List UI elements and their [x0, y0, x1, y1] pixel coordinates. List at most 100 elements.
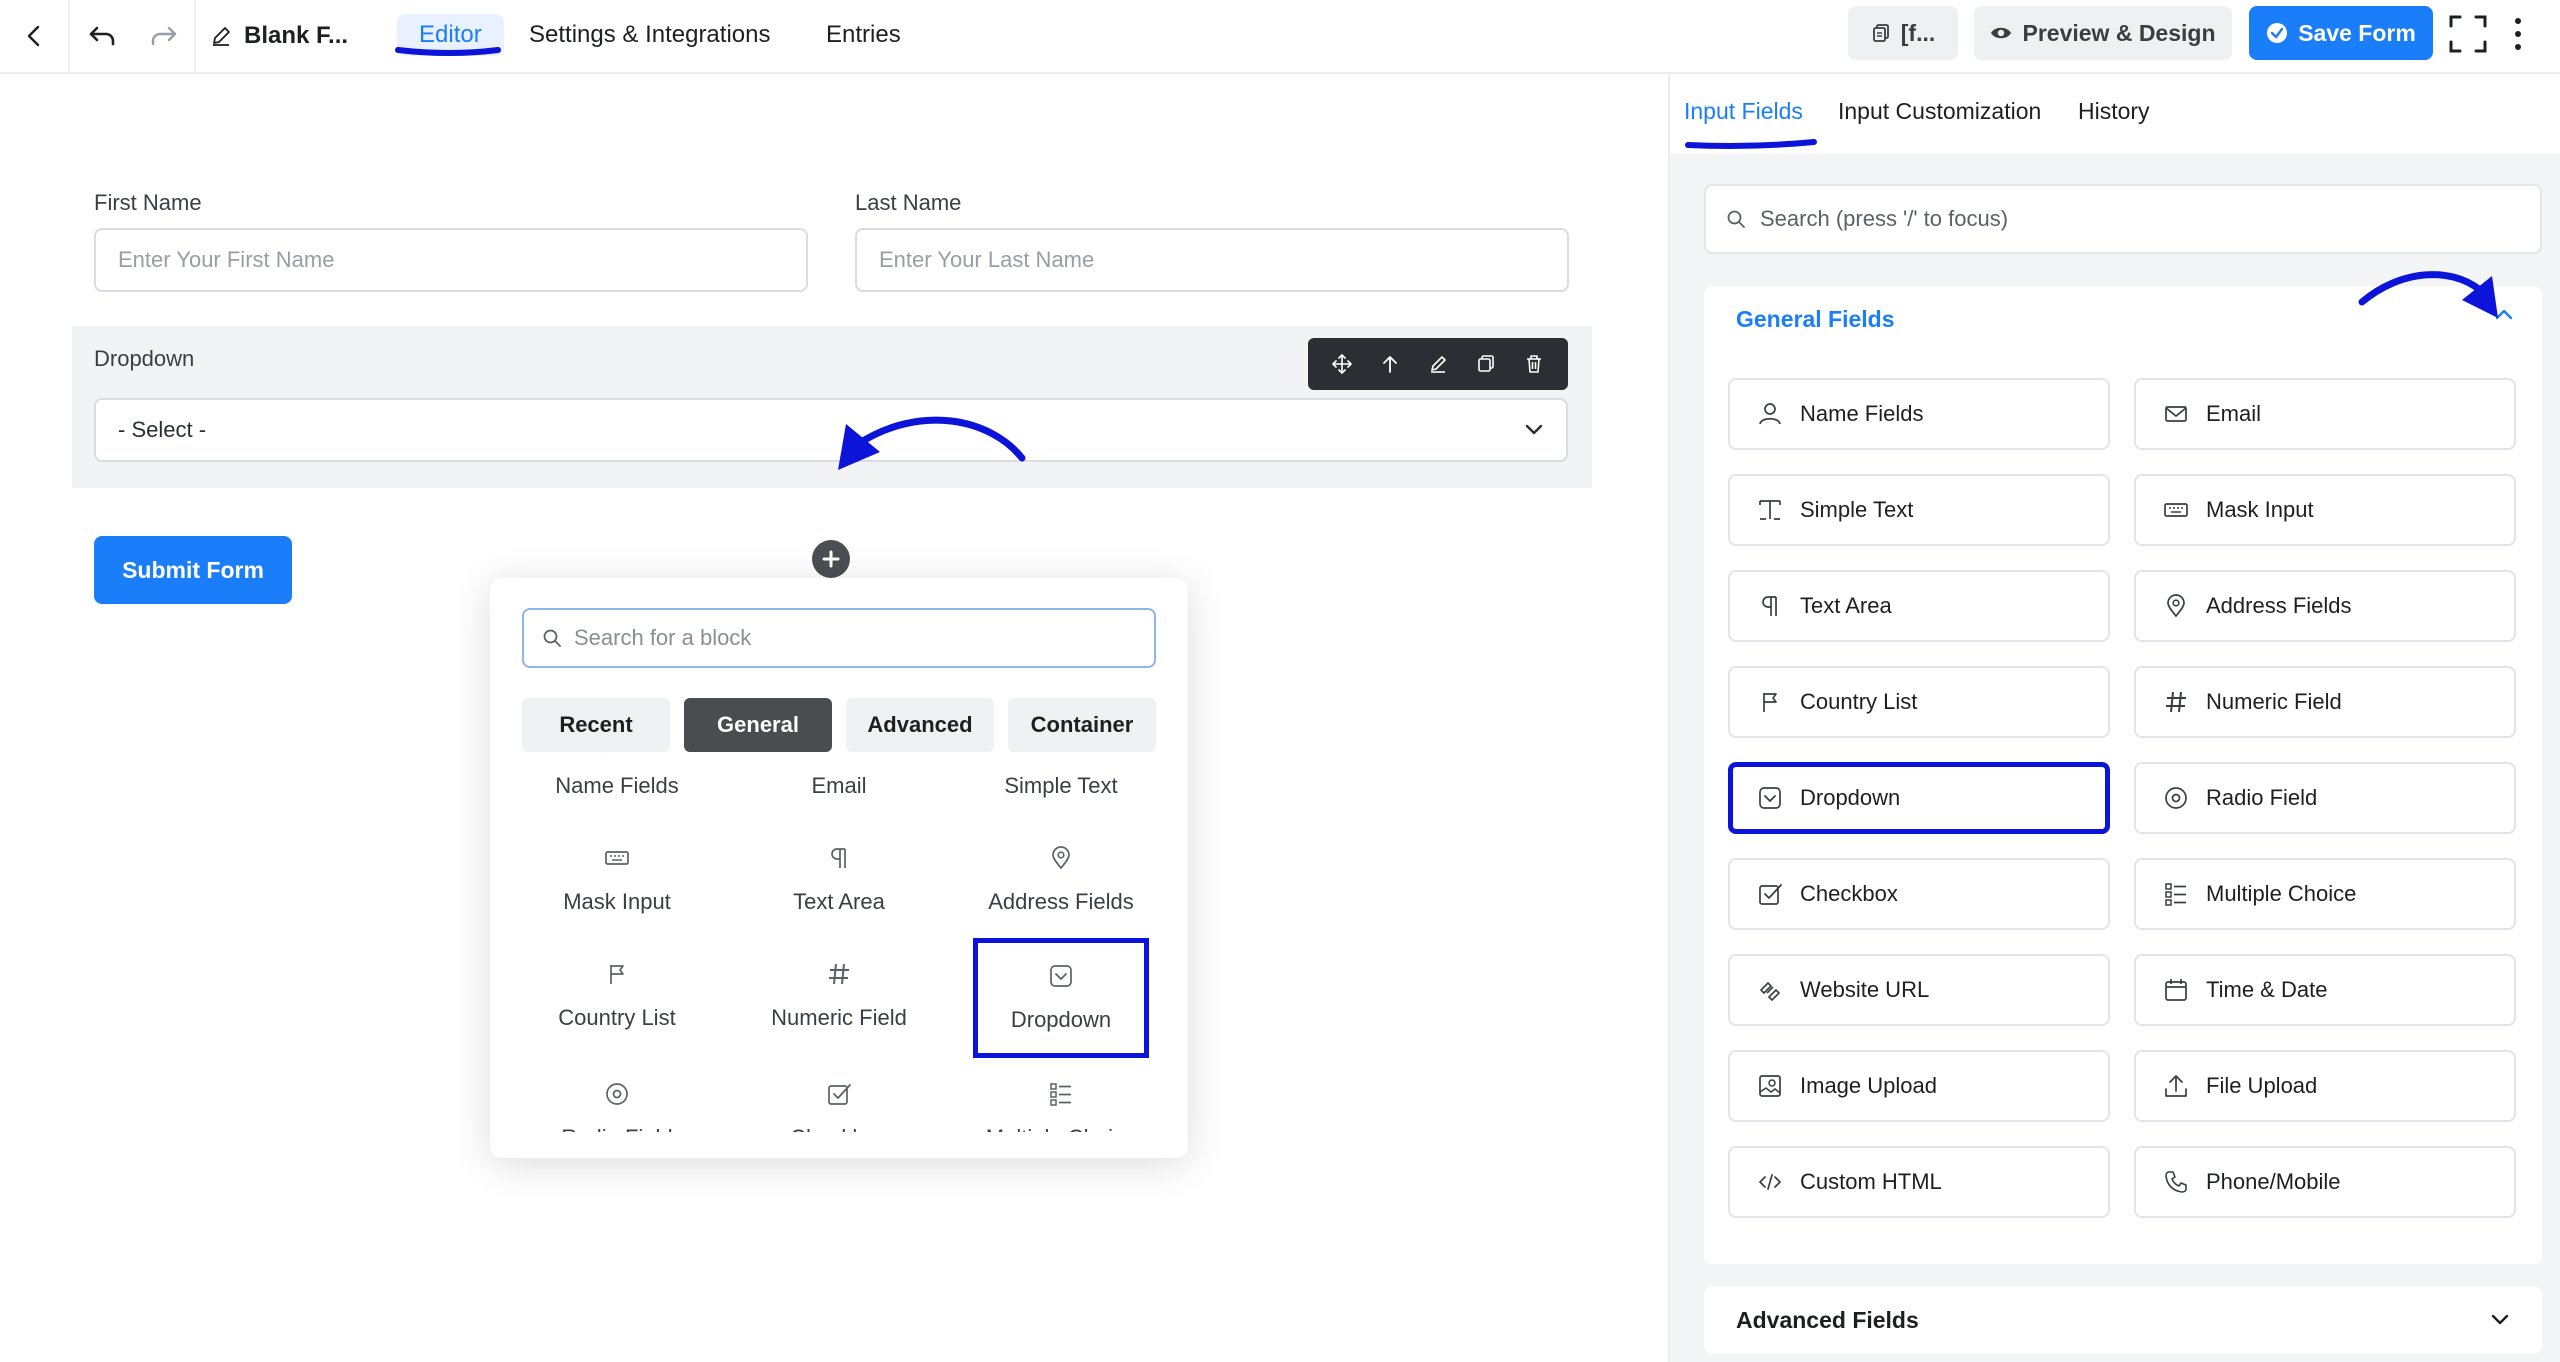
block-toolbar — [1308, 338, 1568, 390]
tab-recent[interactable]: Recent — [522, 698, 670, 752]
block-search-input[interactable] — [574, 625, 1136, 651]
block-option-text-area[interactable]: Text Area — [728, 822, 950, 938]
mail-icon — [826, 752, 852, 761]
field-radio-field-button[interactable]: Radio Field — [2134, 762, 2516, 834]
general-fields-panel: General Fields Name Fields Email Simple Te… — [1704, 286, 2542, 1264]
fields-sidebar: Input Fields Input Customization History… — [1668, 74, 2560, 1362]
map-pin-icon — [1048, 845, 1074, 877]
list-icon — [2162, 880, 2190, 908]
tab-advanced[interactable]: Advanced — [846, 698, 994, 752]
dropdown-selected-value: - Select - — [118, 417, 207, 442]
checkbox-icon — [826, 1081, 852, 1113]
tab-settings-integrations[interactable]: Settings & Integrations — [529, 14, 770, 56]
duplicate-icon[interactable] — [1468, 346, 1504, 382]
field-file-upload-button[interactable]: File Upload — [2134, 1050, 2516, 1122]
list-icon — [1048, 1081, 1074, 1113]
block-option-multiple-choice[interactable]: Multiple Choice — [950, 1058, 1172, 1132]
field-label: Time & Date — [2206, 977, 2328, 1002]
tab-entries[interactable]: Entries — [826, 14, 901, 56]
field-custom-html-button[interactable]: Custom HTML — [1728, 1146, 2110, 1218]
field-time-date-button[interactable]: Time & Date — [2134, 954, 2516, 1026]
save-form-button[interactable]: Save Form — [2249, 6, 2433, 60]
back-button[interactable] — [0, 0, 70, 72]
text-cursor-icon — [1756, 496, 1784, 524]
edit-icon[interactable] — [1420, 346, 1456, 382]
field-multiple-choice-button[interactable]: Multiple Choice — [2134, 858, 2516, 930]
tab-general[interactable]: General — [684, 698, 832, 752]
first-name-input[interactable] — [94, 228, 808, 292]
trash-icon[interactable] — [1516, 346, 1552, 382]
move-icon[interactable] — [1324, 346, 1360, 382]
tab-editor[interactable]: Editor — [397, 14, 504, 56]
block-option-email[interactable]: Email — [728, 752, 950, 822]
tab-history[interactable]: History — [2078, 98, 2150, 125]
field-label: Radio Field — [2206, 785, 2318, 810]
code-icon — [1756, 1168, 1784, 1196]
block-option-label: Mask Input — [563, 889, 671, 914]
field-label: Address Fields — [2206, 593, 2352, 618]
field-dropdown-button[interactable]: Dropdown — [1728, 762, 2110, 834]
block-option-label: Address Fields — [988, 889, 1134, 914]
general-fields-title[interactable]: General Fields — [1736, 306, 1895, 333]
block-option-address-fields[interactable]: Address Fields — [950, 822, 1172, 938]
field-mask-input-button[interactable]: Mask Input — [2134, 474, 2516, 546]
shortcode-button[interactable]: [f... — [1848, 6, 1958, 60]
radio-icon — [2162, 784, 2190, 812]
last-name-input[interactable] — [855, 228, 1569, 292]
save-label: Save Form — [2298, 19, 2416, 46]
dropdown-block-selected[interactable]: Dropdown - Select - — [72, 326, 1592, 488]
field-text-area-button[interactable]: Text Area — [1728, 570, 2110, 642]
field-search-box[interactable] — [1704, 184, 2542, 254]
block-option-country-list[interactable]: Country List — [506, 938, 728, 1054]
paragraph-icon — [1756, 592, 1784, 620]
tab-input-customization[interactable]: Input Customization — [1838, 98, 2041, 125]
block-option-label: Numeric Field — [771, 1005, 907, 1030]
block-list-scroll[interactable]: Name Fields Email Simple Text Mask Input Tex… — [490, 752, 1188, 1132]
field-search-input[interactable] — [1760, 206, 2520, 232]
checkbox-icon — [1756, 880, 1784, 908]
block-option-radio-field[interactable]: Radio Field — [506, 1058, 728, 1132]
field-email-button[interactable]: Email — [2134, 378, 2516, 450]
submit-form-button[interactable]: Submit Form — [94, 536, 292, 604]
block-option-label: Email — [811, 773, 867, 798]
plus-icon — [822, 550, 840, 568]
field-checkbox-button[interactable]: Checkbox — [1728, 858, 2110, 930]
block-option-name-fields[interactable]: Name Fields — [506, 752, 728, 822]
form-title[interactable]: Blank F... — [196, 0, 370, 72]
field-address-fields-button[interactable]: Address Fields — [2134, 570, 2516, 642]
field-simple-text-button[interactable]: Simple Text — [1728, 474, 2110, 546]
text-cursor-icon — [1048, 752, 1074, 761]
block-option-dropdown[interactable]: Dropdown — [973, 938, 1149, 1058]
tab-input-fields[interactable]: Input Fields — [1684, 98, 1803, 125]
block-option-label: Radio Field — [561, 1125, 672, 1132]
field-name-fields-button[interactable]: Name Fields — [1728, 378, 2110, 450]
undo-button[interactable] — [70, 0, 134, 72]
block-search-field[interactable] — [522, 608, 1156, 668]
tab-container[interactable]: Container — [1008, 698, 1156, 752]
fullscreen-button[interactable] — [2448, 14, 2488, 54]
block-option-mask-input[interactable]: Mask Input — [506, 822, 728, 938]
block-option-checkbox[interactable]: Checkbox — [728, 1058, 950, 1132]
field-website-url-button[interactable]: Website URL — [1728, 954, 2110, 1026]
field-image-upload-button[interactable]: Image Upload — [1728, 1050, 2110, 1122]
dropdown-select[interactable]: - Select - — [94, 398, 1568, 462]
field-label: Simple Text — [1800, 497, 1914, 522]
tab-editor-label: Editor — [419, 21, 482, 48]
chevron-up-icon[interactable] — [2494, 308, 2514, 320]
redo-button[interactable] — [134, 0, 196, 72]
preview-design-button[interactable]: Preview & Design — [1974, 6, 2232, 60]
block-option-numeric-field[interactable]: Numeric Field — [728, 938, 950, 1054]
block-option-label: Multiple Choice — [986, 1125, 1136, 1132]
block-option-label: Country List — [558, 1005, 676, 1030]
fullscreen-icon — [2449, 15, 2487, 53]
arrow-up-icon[interactable] — [1372, 346, 1408, 382]
advanced-fields-panel[interactable]: Advanced Fields — [1704, 1286, 2542, 1354]
add-block-button[interactable] — [812, 540, 850, 578]
field-numeric-field-button[interactable]: Numeric Field — [2134, 666, 2516, 738]
chevron-left-icon — [27, 25, 40, 47]
field-phone-mobile-button[interactable]: Phone/Mobile — [2134, 1146, 2516, 1218]
more-menu-button[interactable] — [2506, 14, 2530, 54]
field-label: Image Upload — [1800, 1073, 1937, 1098]
field-country-list-button[interactable]: Country List — [1728, 666, 2110, 738]
block-option-simple-text[interactable]: Simple Text — [950, 752, 1172, 822]
